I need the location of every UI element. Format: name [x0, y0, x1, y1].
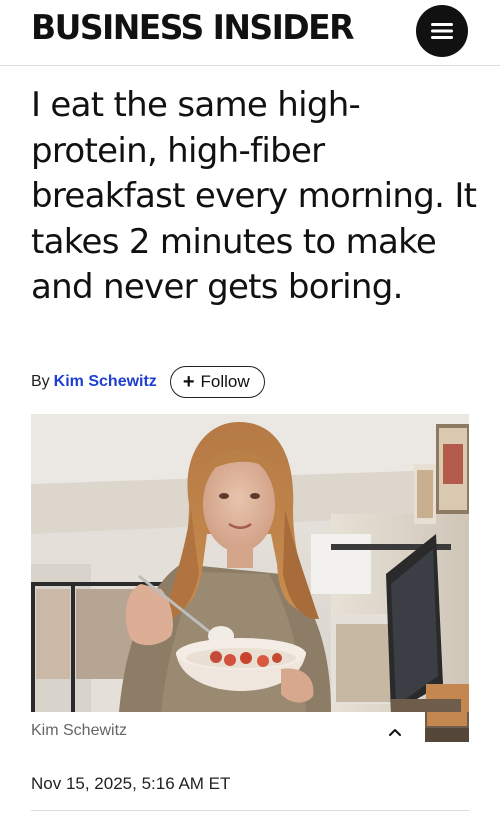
plus-icon: + [182, 371, 195, 393]
publish-date: Nov 15, 2025, 5:16 AM ET [31, 774, 231, 793]
hamburger-menu-icon [431, 23, 453, 39]
hero-photo-illustration [31, 414, 469, 712]
hero-image[interactable] [31, 414, 469, 712]
image-caption: Kim Schewitz [31, 722, 128, 739]
byline: By Kim Schewitz + Follow [31, 365, 265, 399]
site-header: BUSINESS INSIDER [0, 0, 500, 66]
image-caption-row: Kim Schewitz [31, 712, 469, 752]
chevron-up-icon [389, 729, 401, 736]
image-thumbnail-peek [425, 712, 469, 742]
follow-label: Follow [200, 372, 250, 391]
site-logo[interactable]: BUSINESS INSIDER [31, 8, 355, 48]
menu-button[interactable] [416, 5, 468, 57]
byline-prefix: By [31, 373, 50, 390]
follow-button[interactable]: + Follow [169, 366, 265, 398]
caption-collapse-button[interactable] [383, 720, 407, 744]
author-link[interactable]: Kim Schewitz [54, 373, 157, 391]
article-headline: I eat the same high-protein, high-fiber … [31, 85, 477, 307]
divider [31, 810, 469, 811]
